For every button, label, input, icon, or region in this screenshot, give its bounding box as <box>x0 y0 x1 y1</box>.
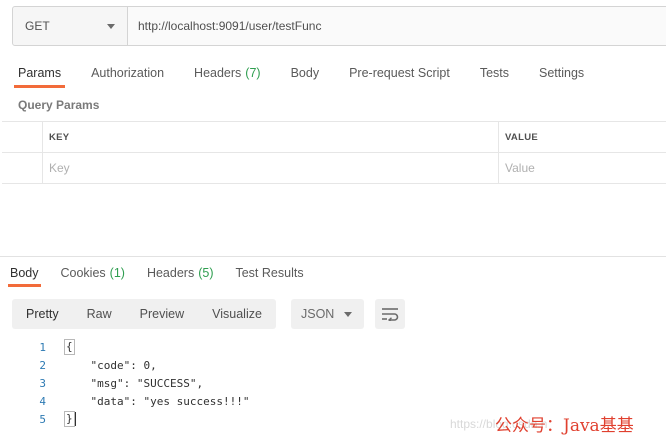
code-line: 4 "data": "yes success!!!" <box>0 392 666 410</box>
method-label: GET <box>25 19 50 33</box>
response-tab-test-results-label: Test Results <box>235 266 304 280</box>
response-tab-headers-label: Headers <box>146 266 195 280</box>
open-brace: { <box>64 339 75 355</box>
line-number: 5 <box>39 412 46 426</box>
query-params-title: Query Params <box>18 98 100 112</box>
request-tabs: Params Authorization Headers (7) Body Pr… <box>0 58 610 88</box>
response-tab-cookies-label: Cookies <box>60 266 106 280</box>
code-line: 1 { <box>0 338 666 356</box>
response-tab-body[interactable]: Body <box>8 259 41 287</box>
value-header-label: VALUE <box>505 131 538 143</box>
wrap-lines-button[interactable] <box>375 299 405 329</box>
param-key-input[interactable]: Key <box>43 153 499 183</box>
pane-divider[interactable] <box>0 256 666 257</box>
param-checkbox-cell <box>2 153 43 183</box>
wrap-lines-icon <box>382 308 399 321</box>
param-value-placeholder: Value <box>505 161 535 175</box>
tab-params[interactable]: Params <box>14 58 66 88</box>
response-tab-body-label: Body <box>10 266 39 280</box>
value-column-header: VALUE <box>499 122 666 152</box>
preview-button[interactable]: Preview <box>126 299 198 329</box>
code-line: 3 "msg": "SUCCESS", <box>0 374 666 392</box>
line-number: 2 <box>39 358 46 372</box>
tab-authorization-label: Authorization <box>91 66 165 80</box>
line-number: 1 <box>39 340 46 354</box>
close-brace: } <box>64 411 75 427</box>
raw-button[interactable]: Raw <box>73 299 126 329</box>
response-tab-headers-count: (5) <box>198 266 214 280</box>
response-tabs: Body Cookies (1) Headers (5) Test Result… <box>0 259 324 287</box>
url-input[interactable]: http://localhost:9091/user/testFunc <box>128 7 666 45</box>
tab-tests-label: Tests <box>479 66 509 80</box>
response-tab-cookies[interactable]: Cookies (1) <box>59 259 127 287</box>
tab-headers-count: (7) <box>245 66 261 80</box>
tab-params-label: Params <box>18 66 62 80</box>
tab-body[interactable]: Body <box>287 58 324 88</box>
tab-headers-label: Headers <box>194 66 242 80</box>
line-number: 3 <box>39 376 46 390</box>
query-params-header-row: KEY VALUE <box>2 122 666 153</box>
language-label: JSON <box>301 307 335 321</box>
chevron-down-icon <box>344 311 352 317</box>
url-text: http://localhost:9091/user/testFunc <box>138 19 322 33</box>
key-column-header: KEY <box>43 122 499 152</box>
chevron-down-icon <box>107 23 115 29</box>
json-key: "msg" <box>90 376 124 390</box>
tab-settings-label: Settings <box>539 66 585 80</box>
tab-tests[interactable]: Tests <box>476 58 513 88</box>
tab-pre-request-script[interactable]: Pre-request Script <box>345 58 454 88</box>
request-bar: GET http://localhost:9091/user/testFunc <box>12 6 666 46</box>
tab-authorization[interactable]: Authorization <box>87 58 168 88</box>
response-tab-headers[interactable]: Headers (5) <box>145 259 216 287</box>
code-line: 2 "code": 0, <box>0 356 666 374</box>
key-header-label: KEY <box>49 131 70 143</box>
json-key: "data" <box>90 394 131 408</box>
line-number: 4 <box>39 394 46 408</box>
param-key-placeholder: Key <box>49 161 70 175</box>
query-params-table: KEY VALUE Key Value <box>2 121 666 184</box>
json-value: "SUCCESS" <box>136 376 197 390</box>
view-mode-group: Pretty Raw Preview Visualize <box>12 299 276 329</box>
response-tab-test-results[interactable]: Test Results <box>233 259 305 287</box>
watermark-text: 公众号：Java基基 <box>495 416 634 436</box>
checkbox-column-header <box>2 122 43 152</box>
tab-settings[interactable]: Settings <box>535 58 588 88</box>
tab-body-label: Body <box>290 66 320 80</box>
visualize-button[interactable]: Visualize <box>198 299 276 329</box>
json-key: "code" <box>90 358 131 372</box>
query-params-input-row: Key Value <box>2 153 666 184</box>
param-value-input[interactable]: Value <box>499 153 666 183</box>
tab-headers[interactable]: Headers (7) <box>190 58 265 88</box>
method-select[interactable]: GET <box>13 7 128 45</box>
tab-pre-request-script-label: Pre-request Script <box>349 66 450 80</box>
pretty-button[interactable]: Pretty <box>12 299 73 329</box>
response-tab-cookies-count: (1) <box>109 266 125 280</box>
language-select[interactable]: JSON <box>291 299 364 329</box>
json-value: "yes success!!!" <box>143 394 250 408</box>
text-cursor <box>74 412 76 426</box>
